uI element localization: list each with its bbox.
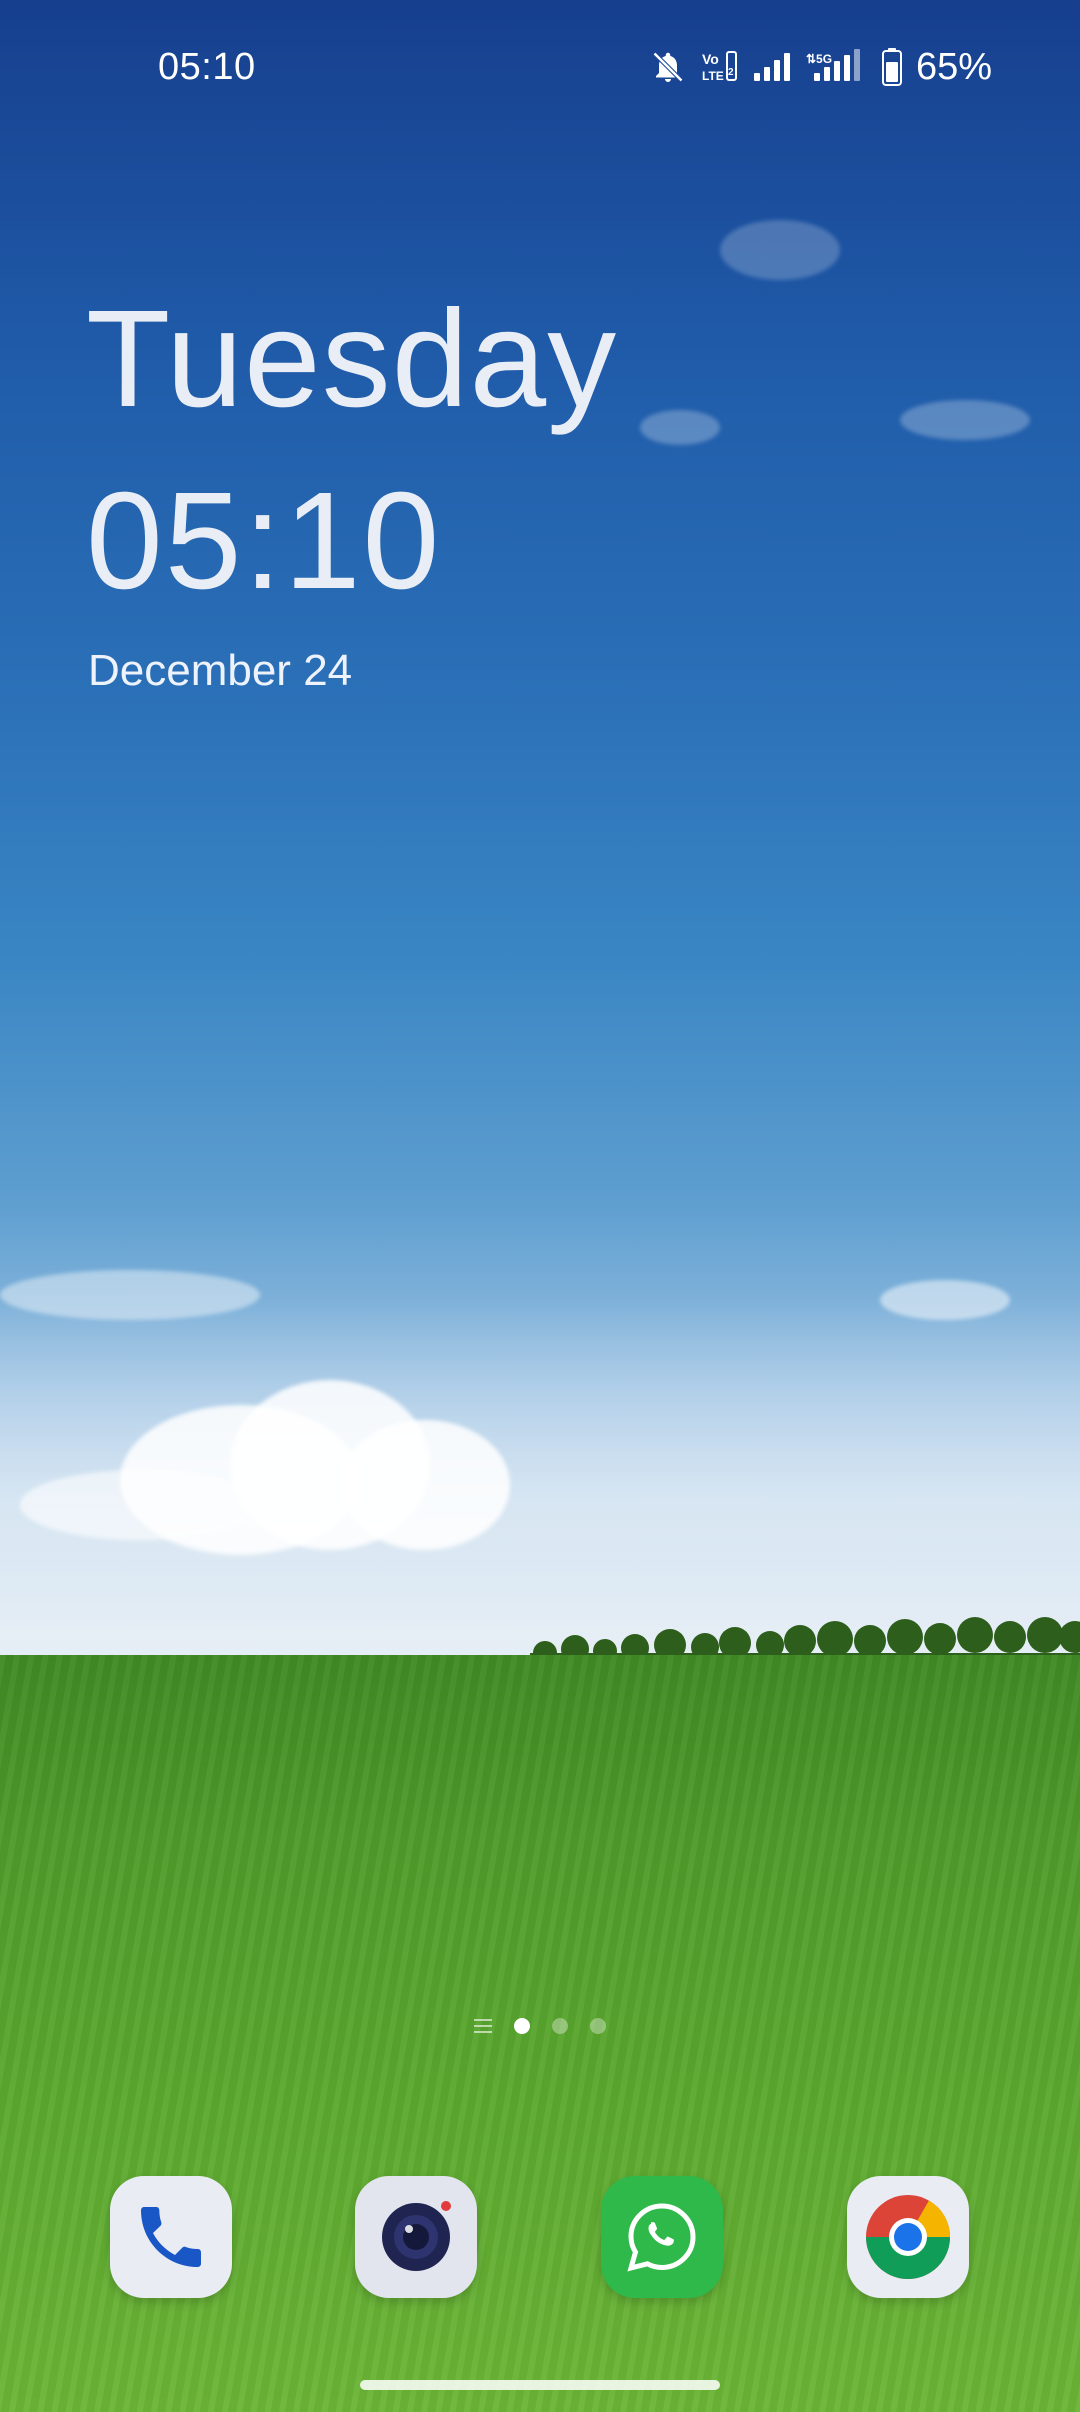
cloud (900, 400, 1030, 440)
camera-app-button[interactable] (355, 2176, 477, 2298)
volte-icon: Vo LTE 2 (700, 49, 738, 85)
page-dot-2[interactable] (552, 2018, 568, 2034)
cloud (640, 410, 720, 445)
list-lines-icon (474, 2019, 492, 2033)
signal-bars-icon (752, 51, 792, 83)
svg-text:LTE: LTE (702, 69, 724, 83)
mute-bell-icon (650, 49, 686, 85)
svg-text:2: 2 (728, 67, 734, 78)
phone-icon (131, 2197, 211, 2277)
cloud (340, 1420, 510, 1550)
page-dot-3[interactable] (590, 2018, 606, 2034)
app-dock (0, 2176, 1080, 2300)
clock-time[interactable]: 05:10 (86, 462, 441, 621)
cloud (880, 1280, 1010, 1320)
whatsapp-icon (617, 2192, 707, 2282)
cloud (0, 1270, 260, 1320)
camera-icon (371, 2192, 461, 2282)
cloud (20, 1470, 260, 1540)
status-time: 05:10 (158, 46, 256, 88)
date-label[interactable]: December 24 (88, 646, 352, 696)
5g-signal-icon: ⇅5G (806, 49, 868, 85)
svg-text:Vo: Vo (702, 51, 719, 67)
cloud (720, 220, 840, 280)
day-of-week: Tuesday (86, 282, 618, 436)
status-bar: 05:10 Vo LTE 2 ⇅5G 65% (0, 0, 1080, 140)
battery-percent: 65% (915, 45, 992, 88)
svg-text:⇅5G: ⇅5G (806, 52, 832, 66)
whatsapp-app-button[interactable] (601, 2176, 723, 2298)
chrome-app-button[interactable] (847, 2176, 969, 2298)
chrome-icon (862, 2191, 954, 2283)
page-indicator[interactable] (0, 2018, 1080, 2034)
home-gesture-bar[interactable] (360, 2380, 720, 2390)
battery-icon (881, 48, 902, 86)
status-icons: Vo LTE 2 ⇅5G 65% (650, 44, 992, 90)
phone-app-button[interactable] (110, 2176, 232, 2298)
page-dot-1[interactable] (514, 2018, 530, 2034)
